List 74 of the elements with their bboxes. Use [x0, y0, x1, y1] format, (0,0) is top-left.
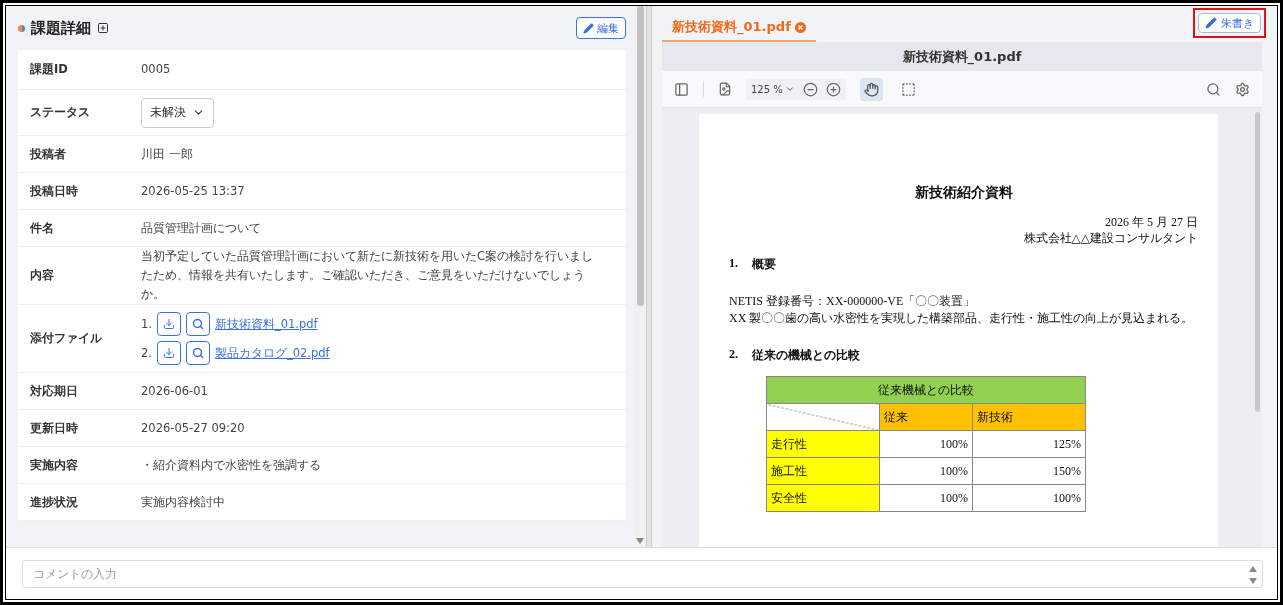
- field-value: 当初予定していた品質管理計画において新たに新技術を用いたC案の検討を行いましたため、情報を共有いたします。ご確認いただき、ご意見をいただけないでしょうか。: [141, 248, 595, 303]
- search-icon: [192, 318, 204, 330]
- field-value: 0005: [141, 61, 172, 78]
- hand-icon: [863, 81, 879, 97]
- sidebar-icon[interactable]: [674, 81, 689, 97]
- field-label: 実施内容: [30, 457, 79, 473]
- field-label: 件名: [30, 220, 55, 236]
- field-label: 更新日時: [30, 420, 79, 436]
- comment-field[interactable]: コメントの入力: [22, 559, 1263, 588]
- field-label: 添付ファイル: [30, 331, 103, 346]
- table-caption: 従来機械との比較: [766, 376, 1086, 404]
- field-value: 品質管理計画について: [141, 219, 262, 237]
- pencil-icon: [583, 22, 594, 34]
- field-label: 課題ID: [30, 62, 69, 77]
- document-paragraph: NETIS 登録番号：XX-000000-VE「〇〇装置」: [729, 293, 977, 310]
- field-value: 実施内容検討中: [141, 493, 226, 511]
- document-title: 新技術資料_01.pdf: [902, 47, 1022, 66]
- download-button[interactable]: [157, 312, 181, 336]
- table-cell: 100%: [879, 484, 973, 512]
- field-value: 2026-06-01: [141, 382, 209, 400]
- chevron-icon: [784, 84, 795, 94]
- field-label: 進捗状況: [30, 494, 79, 510]
- download-icon: [163, 347, 175, 359]
- table-cell: 100%: [879, 430, 973, 458]
- preview-button[interactable]: [186, 312, 210, 336]
- table-cell: 100%: [879, 457, 973, 485]
- list-number: 1.: [141, 317, 152, 331]
- field-value: 川田 一郎: [141, 145, 194, 163]
- zoom-out-icon[interactable]: [802, 81, 818, 97]
- close-icon[interactable]: [794, 21, 806, 33]
- table-cell: 150%: [972, 457, 1086, 485]
- status-select[interactable]: 未解決: [141, 97, 214, 128]
- section-heading: 概要: [752, 256, 776, 273]
- pencil-icon: [1205, 17, 1217, 29]
- search-icon[interactable]: [1206, 81, 1221, 97]
- row-header: 施工性: [766, 457, 880, 485]
- status-dot-icon: [18, 24, 25, 32]
- table-cell: 100%: [972, 484, 1086, 512]
- document-date: 2026 年 5 月 27 日: [1104, 214, 1198, 230]
- column-header: 従来: [879, 403, 973, 431]
- scrollbar[interactable]: [634, 6, 646, 547]
- file-link[interactable]: 製品カタログ_02.pdf: [215, 345, 330, 361]
- edit-button[interactable]: 編集: [576, 17, 626, 39]
- preview-button[interactable]: [186, 341, 210, 365]
- field-label: 投稿者: [30, 146, 67, 162]
- tool-button[interactable]: [859, 77, 883, 101]
- field-value: 2026-05-27 09:20: [141, 419, 246, 437]
- file-link[interactable]: 新技術資料_01.pdf: [215, 316, 318, 332]
- marquee-icon: [900, 81, 916, 97]
- annotate-button[interactable]: 朱書き: [1198, 13, 1261, 33]
- settings-icon[interactable]: [1235, 81, 1250, 97]
- field-label: 内容: [30, 268, 55, 283]
- download-icon: [163, 318, 175, 330]
- section-number: 1.: [729, 256, 738, 272]
- document-heading: 新技術紹介資料: [913, 184, 1014, 202]
- search-icon: [192, 347, 204, 359]
- document-paragraph: XX 製〇〇歯の高い水密性を実現した構築部品、走行性・施工性の向上が見込まれる。: [729, 310, 1195, 327]
- document-company: 株式会社△△建設コンサルタント: [1022, 230, 1198, 246]
- field-value: ・紹介資料内で水密性を強調する: [141, 456, 322, 474]
- field-label: 対応期日: [30, 383, 79, 399]
- row-header: 走行性: [766, 430, 880, 458]
- download-button[interactable]: [157, 341, 181, 365]
- field-label: 投稿日時: [30, 183, 79, 199]
- row-header: 安全性: [766, 484, 880, 512]
- file-icon[interactable]: [718, 82, 732, 96]
- list-number: 2.: [141, 346, 152, 360]
- section-heading: 従来の機械との比較: [752, 347, 860, 364]
- panel-title: 課題詳細: [31, 18, 91, 38]
- section-number: 2.: [729, 347, 738, 363]
- zoom-in-icon[interactable]: [825, 81, 841, 97]
- field-label: ステータス: [30, 105, 91, 120]
- field-value: 2026-05-25 13:37: [141, 182, 246, 200]
- column-header: 新技術: [972, 403, 1086, 431]
- table-cell: 125%: [972, 430, 1086, 458]
